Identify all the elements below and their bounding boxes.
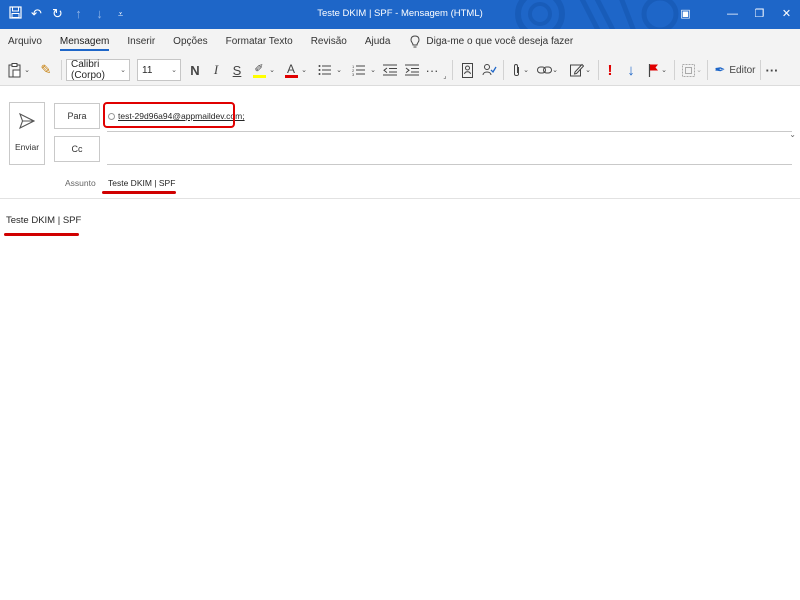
tab-arquivo[interactable]: Arquivo: [8, 32, 42, 51]
ribbon-toolbar: ⌄ ✎ Calibri (Corpo) ⌄ 11 ⌄ N I S ✐ ⌄ A ⌄ ⌄…: [0, 54, 800, 139]
sensitivity-dropdown-icon[interactable]: ⌄: [695, 59, 703, 81]
title-bar: ↶ ↻ ↑ ↓ ⩡ Teste DKIM | SPF - Mensagem (H…: [0, 0, 800, 29]
more-formatting-icon[interactable]: ···: [424, 59, 440, 81]
tab-formatar-texto[interactable]: Formatar Texto: [226, 32, 293, 51]
high-importance-icon[interactable]: !: [603, 59, 617, 81]
highlighter-icon: ✐: [254, 62, 264, 75]
font-color-letter: A: [286, 61, 295, 76]
underline-button[interactable]: S: [229, 59, 245, 81]
bullets-icon[interactable]: [316, 59, 334, 81]
to-field-line: [107, 131, 792, 132]
chevron-down-icon: ⌄: [120, 67, 126, 74]
editor-label: Editor: [729, 64, 756, 76]
to-button[interactable]: Para: [54, 103, 100, 129]
font-color-button[interactable]: A: [283, 59, 299, 81]
decrease-indent-icon[interactable]: [382, 59, 398, 81]
highlight-dropdown-icon[interactable]: ⌄: [268, 59, 276, 81]
low-importance-icon[interactable]: ↓: [623, 59, 639, 81]
send-label: Enviar: [14, 142, 40, 152]
font-size-value: 11: [142, 64, 153, 76]
highlight-color-bar: [252, 74, 266, 78]
dialog-launcher-icon[interactable]: ⌟: [441, 71, 449, 81]
address-book-icon[interactable]: [459, 59, 475, 81]
annotation-underline-body: [4, 233, 79, 236]
italic-button[interactable]: I: [208, 59, 224, 81]
signature-dropdown-icon[interactable]: ⌄: [584, 59, 592, 81]
increase-indent-icon[interactable]: [404, 59, 420, 81]
send-icon: [10, 112, 44, 134]
bullets-dropdown-icon[interactable]: ⌄: [335, 59, 343, 81]
message-body[interactable]: Teste DKIM | SPF: [6, 215, 81, 226]
close-icon[interactable]: ✕: [773, 0, 800, 29]
chevron-down-icon: ⌄: [171, 67, 177, 74]
link-dropdown-icon[interactable]: ⌄: [551, 59, 559, 81]
tab-ajuda[interactable]: Ajuda: [365, 32, 391, 51]
subject-field[interactable]: Teste DKIM | SPF: [108, 178, 175, 188]
window-controls: ▣ — ❐ ✕: [672, 0, 800, 29]
flag-dropdown-icon[interactable]: ⌄: [660, 59, 668, 81]
send-button[interactable]: Enviar: [9, 102, 45, 165]
subject-label: Assunto: [65, 178, 96, 188]
link-icon[interactable]: [536, 59, 552, 81]
highlight-button[interactable]: ✐: [251, 59, 267, 81]
format-painter-icon[interactable]: ✎: [38, 59, 54, 81]
annotation-highlight-box: [103, 102, 235, 128]
font-name-select[interactable]: Calibri (Corpo) ⌄: [66, 59, 130, 81]
pen-icon: ✒: [714, 62, 726, 77]
editor-button[interactable]: ✒ Editor: [713, 59, 757, 81]
tab-opcoes[interactable]: Opções: [173, 32, 207, 51]
minimize-icon[interactable]: —: [719, 0, 746, 29]
paste-icon[interactable]: [6, 59, 22, 81]
attach-dropdown-icon[interactable]: ⌄: [522, 59, 530, 81]
header-divider: [0, 198, 800, 199]
annotation-underline-subject: [102, 191, 176, 194]
more-options-icon[interactable]: ···: [764, 59, 780, 81]
svg-text:3: 3: [352, 72, 355, 76]
follow-up-flag-icon[interactable]: [645, 59, 661, 81]
restore-icon[interactable]: ❐: [746, 0, 773, 29]
ribbon-display-icon[interactable]: ▣: [672, 0, 699, 29]
bold-button[interactable]: N: [187, 59, 203, 81]
menu-bar: Arquivo Mensagem Inserir Opções Formatar…: [0, 29, 800, 54]
font-color-dropdown-icon[interactable]: ⌄: [300, 59, 308, 81]
sensitivity-icon[interactable]: [680, 59, 696, 81]
lightbulb-icon: [410, 35, 420, 48]
tab-inserir[interactable]: Inserir: [127, 32, 155, 51]
tell-me-box[interactable]: Diga-me o que você deseja fazer: [410, 35, 573, 48]
check-names-icon[interactable]: [480, 59, 498, 81]
numbering-dropdown-icon[interactable]: ⌄: [369, 59, 377, 81]
tab-revisao[interactable]: Revisão: [311, 32, 347, 51]
numbering-icon[interactable]: 123: [350, 59, 368, 81]
tell-me-text: Diga-me o que você deseja fazer: [426, 36, 574, 47]
font-size-select[interactable]: 11 ⌄: [137, 59, 181, 81]
cc-button[interactable]: Cc: [54, 136, 100, 162]
paste-dropdown-icon[interactable]: ⌄: [22, 59, 32, 81]
signature-icon[interactable]: [569, 59, 585, 81]
font-color-bar: [284, 74, 298, 78]
tab-mensagem[interactable]: Mensagem: [59, 32, 110, 51]
cc-field[interactable]: [107, 164, 792, 165]
